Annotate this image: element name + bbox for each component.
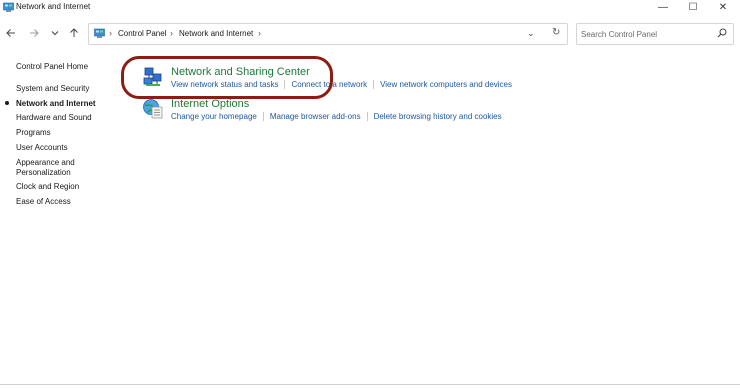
navigation-bar: › Control Panel › Network and Internet ›… (0, 19, 740, 49)
title-bar: Network and Internet — ☐ ✕ (0, 0, 740, 18)
control-panel-icon (94, 28, 105, 38)
active-indicator (5, 101, 9, 105)
link-view-network-computers[interactable]: View network computers and devices (380, 80, 512, 89)
link-divider (366, 112, 368, 121)
category-links: Change your homepage Manage browser add-… (171, 112, 502, 121)
breadcrumb-separator[interactable]: › (170, 28, 173, 38)
search-input[interactable] (581, 27, 711, 41)
window-title: Network and Internet (16, 2, 91, 11)
search-box[interactable] (576, 23, 734, 45)
bottom-divider (0, 384, 740, 385)
chevron-down-icon (51, 31, 59, 36)
internet-options-icon[interactable] (142, 98, 164, 120)
link-manage-browser-add-ons[interactable]: Manage browser add-ons (270, 112, 361, 121)
sidebar-item-user-accounts[interactable]: User Accounts (16, 143, 68, 153)
sidebar-item-ease-of-access[interactable]: Ease of Access (16, 197, 71, 207)
arrow-up-icon (70, 28, 78, 37)
control-panel-icon (3, 2, 14, 12)
breadcrumb-separator[interactable]: › (109, 28, 112, 38)
sidebar-item-programs[interactable]: Programs (16, 128, 51, 138)
highlight-ring-annotation (121, 56, 333, 99)
sidebar-item-hardware-and-sound[interactable]: Hardware and Sound (16, 113, 92, 123)
search-icon[interactable] (717, 28, 727, 38)
sidebar-item-clock-and-region[interactable]: Clock and Region (16, 182, 79, 192)
up-button[interactable] (67, 26, 81, 40)
arrow-left-icon (6, 29, 15, 37)
arrow-right-icon (30, 29, 39, 37)
link-divider (373, 80, 375, 89)
address-bar[interactable]: › Control Panel › Network and Internet ›… (88, 23, 568, 45)
minimize-button[interactable]: — (648, 0, 678, 14)
recent-locations-button[interactable] (48, 26, 62, 40)
breadcrumb-control-panel[interactable]: Control Panel (118, 29, 166, 38)
refresh-button[interactable]: ↻ (552, 27, 560, 38)
breadcrumb-separator[interactable]: › (258, 28, 261, 38)
maximize-button[interactable]: ☐ (678, 0, 708, 14)
address-dropdown-button[interactable]: ⌄ (527, 28, 535, 39)
category-title-internet-options[interactable]: Internet Options (171, 98, 249, 110)
sidebar-item-control-panel-home[interactable]: Control Panel Home (16, 62, 88, 72)
sidebar-item-appearance-and-personalization[interactable]: Appearance and Personalization (16, 158, 96, 178)
breadcrumb-network-and-internet[interactable]: Network and Internet (179, 29, 253, 38)
sidebar-item-system-and-security[interactable]: System and Security (16, 84, 89, 94)
link-delete-browsing-history[interactable]: Delete browsing history and cookies (374, 112, 502, 121)
link-change-homepage[interactable]: Change your homepage (171, 112, 257, 121)
back-button[interactable] (4, 26, 18, 40)
forward-button[interactable] (27, 26, 41, 40)
sidebar-item-network-and-internet[interactable]: Network and Internet (16, 99, 96, 109)
close-button[interactable]: ✕ (708, 0, 738, 14)
link-divider (262, 112, 264, 121)
